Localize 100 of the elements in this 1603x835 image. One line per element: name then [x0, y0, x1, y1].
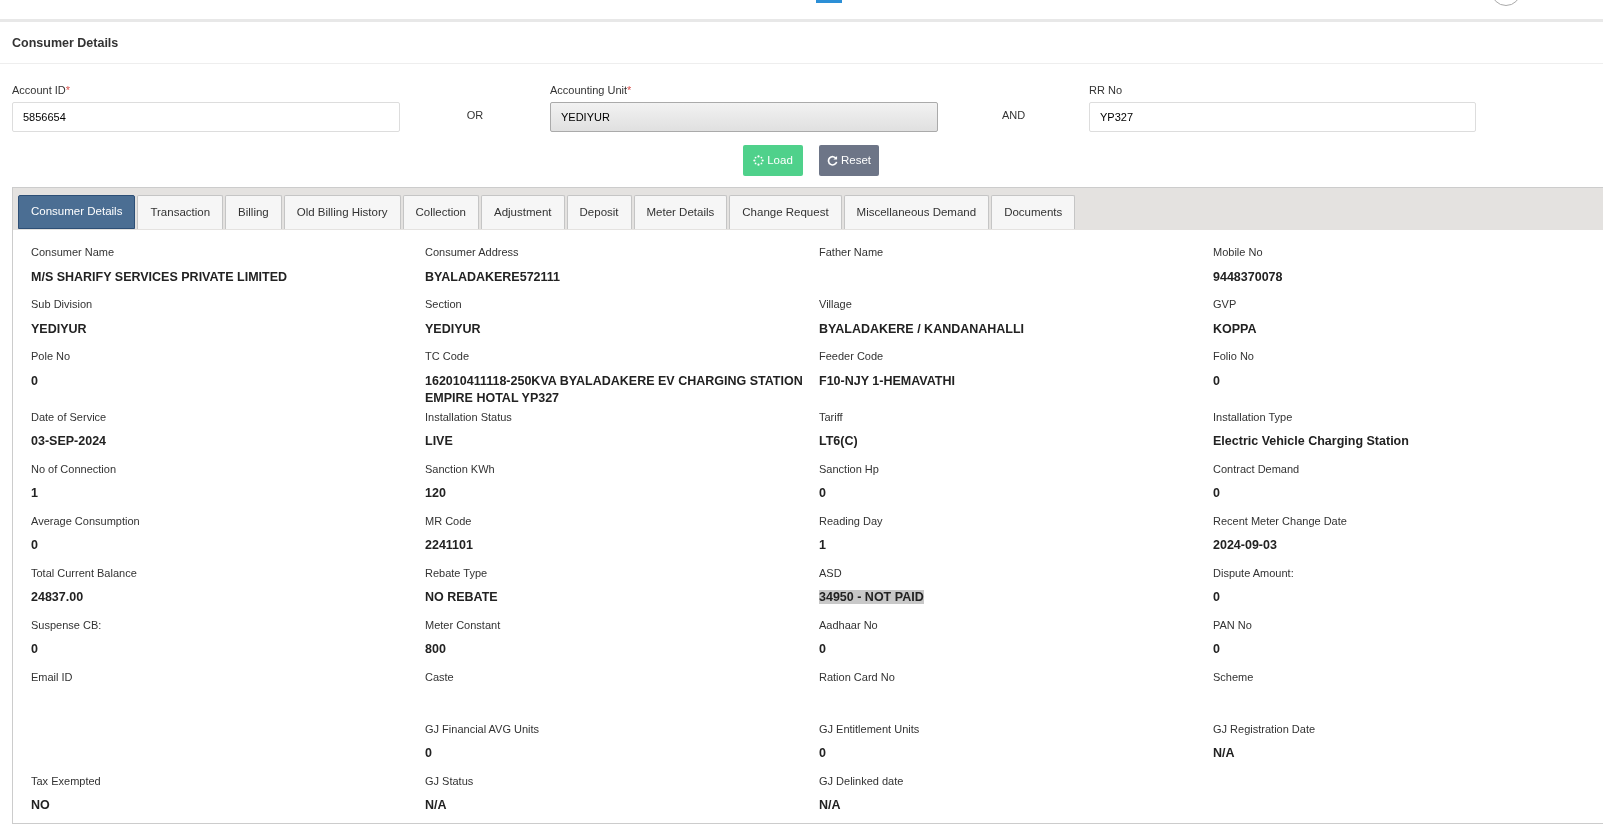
field-value: BYALADAKERE / KANDANAHALLI [819, 320, 1026, 338]
field-label: Installation Status [425, 409, 513, 425]
field-label: Aadhaar No [819, 617, 879, 633]
field-label: Recent Meter Change Date [1213, 513, 1348, 529]
field-value: KOPPA [1213, 320, 1258, 338]
field-label: Suspense CB: [31, 617, 103, 633]
field-value: N/A [425, 797, 448, 814]
field-label: Ration Card No [819, 669, 896, 685]
field-value: 9448370078 [1213, 268, 1284, 286]
field-value: 2024-09-03 [1213, 537, 1278, 554]
field-value: LT6(C) [819, 433, 859, 450]
field-value: 0 [1213, 641, 1221, 658]
field-label: Rebate Type [425, 565, 489, 581]
refresh-icon [826, 155, 838, 166]
field-label: GJ Delinked date [819, 773, 905, 789]
field-value: 0 [1213, 589, 1221, 606]
field-value: M/S SHARIFY SERVICES PRIVATE LIMITED [31, 268, 289, 286]
field-value: 34950 - NOT PAID [819, 589, 925, 606]
field-label: Tariff [819, 409, 844, 425]
spinner-icon [753, 155, 765, 166]
field-label: GJ Status [425, 773, 475, 789]
tab[interactable]: Old Billing History [283, 195, 401, 229]
field-label: Installation Type [1213, 409, 1294, 425]
field-value: Electric Vehicle Charging Station [1213, 433, 1410, 450]
tab[interactable]: Adjustment [481, 195, 565, 229]
field-label: GJ Financial AVG Units [425, 721, 541, 737]
field-value: 03-SEP-2024 [31, 433, 108, 450]
field-label: TC Code [425, 349, 471, 364]
field-label: PAN No [1213, 617, 1253, 633]
field-label: Consumer Address [425, 245, 520, 260]
field-label: Total Current Balance [31, 565, 138, 581]
field-value: 0 [1213, 372, 1221, 390]
field-value: 0 [31, 537, 39, 554]
field-label: Reading Day [819, 513, 884, 529]
field-value: F10-NJY 1-HEMAVATHI [819, 372, 956, 390]
tab[interactable]: Deposit [566, 195, 632, 229]
field-label: GJ Entitlement Units [819, 721, 921, 737]
field-value: 2241101 [425, 537, 474, 554]
field-label: Consumer Name [31, 245, 116, 260]
field-label: Tax Exempted [31, 773, 102, 789]
field-label: Average Consumption [31, 513, 141, 529]
field-label: Contract Demand [1213, 461, 1301, 477]
field-label: Date of Service [31, 409, 108, 425]
tab[interactable]: Miscellaneous Demand [843, 195, 990, 229]
tab[interactable]: Collection [402, 195, 479, 229]
field-value: 0 [31, 372, 39, 390]
field-label: ASD [819, 565, 843, 581]
field-value: YEDIYUR [425, 320, 482, 338]
tab[interactable]: Consumer Details [18, 195, 136, 229]
field-value: BYALADAKERE572111 [425, 268, 562, 286]
field-label: Sub Division [31, 297, 94, 312]
field-label: Mobile No [1213, 245, 1264, 260]
field-value: NO REBATE [425, 589, 499, 606]
field-label: Scheme [1213, 669, 1255, 685]
tab[interactable]: Change Request [729, 195, 842, 229]
select-field[interactable]: YEDIYUR [550, 102, 938, 132]
field-label: Accounting Unit* [550, 83, 633, 96]
field-value: 162010411118-250KVA BYALADAKERE EV CHARGING STATION EMPIRE HOTAL YP327 [425, 372, 804, 407]
field-label: Meter Constant [425, 617, 502, 633]
field-label: No of Connection [31, 461, 117, 477]
page-title: Consumer Details [0, 22, 1603, 64]
field-label: Dispute Amount: [1213, 565, 1295, 581]
field-value: N/A [1213, 745, 1236, 762]
field-value: 0 [819, 745, 827, 762]
field-value: 0 [819, 485, 827, 502]
field-label: MR Code [425, 513, 473, 529]
tab[interactable]: Billing [225, 195, 282, 229]
tab[interactable]: Documents [991, 195, 1076, 229]
field-value: 0 [425, 745, 433, 762]
field-label: Folio No [1213, 349, 1255, 364]
connector-text: AND [1001, 107, 1026, 123]
field-value: 0 [1213, 485, 1221, 502]
field-label: Village [819, 297, 853, 312]
field-label: RR No [1089, 83, 1123, 96]
field-label: Section [425, 297, 463, 312]
field-label: Account ID* [12, 83, 72, 96]
field-label: GVP [1213, 297, 1238, 312]
field-value: 1 [819, 537, 827, 554]
field-label: Email ID [31, 669, 74, 685]
field-value: 120 [425, 485, 447, 502]
tab[interactable]: Meter Details [633, 195, 728, 229]
field-label: GJ Registration Date [1213, 721, 1317, 737]
field-value: 0 [819, 641, 827, 658]
field-value: 1 [31, 485, 39, 502]
field-value: LIVE [425, 433, 454, 450]
field-value: NO [31, 797, 51, 814]
field-label: Pole No [31, 349, 72, 364]
tab[interactable]: Transaction [137, 195, 224, 229]
field-value: 800 [425, 641, 447, 658]
field-value: 24837.00 [31, 589, 85, 606]
input-field[interactable]: 5856654 [12, 102, 400, 132]
field-value: N/A [819, 797, 842, 814]
field-label: Sanction Hp [819, 461, 880, 477]
field-label: Feeder Code [819, 349, 885, 364]
input-field[interactable]: YP327 [1089, 102, 1476, 132]
reset-button[interactable]: Reset [819, 145, 879, 176]
field-value: 0 [31, 641, 39, 658]
field-label: Sanction KWh [425, 461, 496, 477]
field-label: Father Name [819, 245, 885, 260]
connector-text: OR [466, 107, 484, 123]
